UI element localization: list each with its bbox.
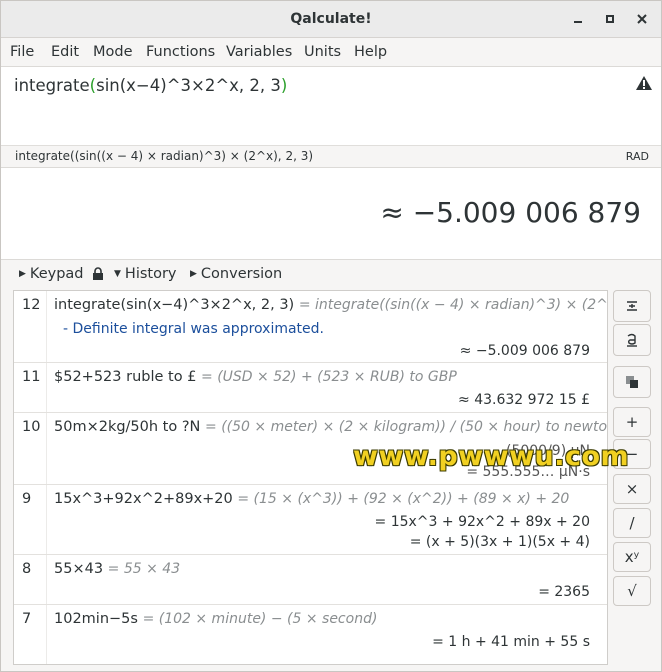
result-value: ≈ −5.009 006 879	[380, 196, 641, 229]
watermark-text: www.pwwwu.com	[353, 441, 630, 472]
history-item[interactable]: 8 55×43 = 55 × 43 = 2365	[14, 555, 607, 605]
title-bar: Qalculate!	[1, 1, 661, 38]
history-item[interactable]: 7 102min−5s = (102 × minute) − (5 × seco…	[14, 605, 607, 664]
maximize-icon	[606, 15, 614, 23]
menu-edit[interactable]: Edit	[51, 44, 79, 60]
minimize-icon	[574, 21, 582, 23]
history-result: ≈ 43.632 972 15 £	[458, 392, 590, 408]
expr-part-args: sin(x−4)^3×2^x, 2, 3	[96, 76, 281, 95]
history-index: 12	[22, 297, 41, 313]
copy-icon	[626, 376, 638, 388]
history-result: = (x + 5)(3x + 1)(5x + 4)	[409, 534, 590, 550]
minimize-button[interactable]	[567, 8, 589, 30]
menu-help[interactable]: Help	[354, 44, 387, 60]
history-note: - Definite integral was approximated.	[63, 321, 324, 337]
warning-icon[interactable]	[635, 75, 653, 95]
menu-variables[interactable]: Variables	[226, 44, 292, 60]
insert-text-icon	[627, 333, 637, 347]
history-expression: $52+523 ruble to £ = (USD × 52) + (523 ×…	[54, 369, 457, 385]
history-index: 11	[22, 369, 41, 385]
history-parsed: = integrate((sin((x − 4) × radian)^3) × …	[298, 297, 608, 313]
menu-units[interactable]: Units	[304, 44, 341, 60]
history-item[interactable]: 12 integrate(sin(x−4)^3×2^x, 2, 3) = int…	[14, 291, 607, 363]
maximize-button[interactable]	[599, 8, 621, 30]
history-sidebar: + − × / xʸ √	[613, 290, 651, 665]
history-input: $52+523 ruble to £	[54, 369, 197, 385]
expander-right-icon: ▶	[19, 269, 26, 279]
tab-keypad-label: Keypad	[29, 266, 84, 282]
history-parsed: = 55 × 43	[107, 561, 181, 577]
expr-paren-close: )	[280, 76, 288, 95]
tab-history-label: History	[124, 266, 177, 282]
expander-right-icon: ▶	[190, 269, 197, 279]
expression-input[interactable]: integrate(sin(x−4)^3×2^x, 2, 3)	[1, 67, 661, 146]
history-input: 50m×2kg/50h to ?N	[54, 419, 201, 435]
lock-icon[interactable]	[92, 267, 104, 281]
history-index: 10	[22, 419, 41, 435]
expander-down-icon: ▼	[114, 269, 121, 279]
tab-keypad[interactable]: ▶ Keypad	[19, 266, 104, 282]
copy-button[interactable]	[613, 366, 651, 398]
history-result: = 1 h + 41 min + 55 s	[432, 634, 590, 650]
parsed-expression: integrate((sin((x − 4) × radian)^3) × (2…	[15, 149, 314, 163]
expression-text: integrate(sin(x−4)^3×2^x, 2, 3)	[14, 76, 287, 95]
tab-bar: ▶ Keypad ▼ History ▶ Conversion	[1, 260, 661, 290]
history-expression: 55×43 = 55 × 43	[54, 561, 180, 577]
angle-mode[interactable]: RAD	[626, 150, 649, 163]
insert-text-button[interactable]	[613, 324, 651, 356]
menu-functions[interactable]: Functions	[146, 44, 215, 60]
expr-part-function: integrate	[14, 76, 90, 95]
tab-conversion-label: Conversion	[200, 266, 283, 282]
history-expression: 50m×2kg/50h to ?N = ((50 × meter) × (2 ×…	[54, 419, 608, 435]
tab-history[interactable]: ▼ History	[114, 266, 177, 282]
multiply-button[interactable]: ×	[613, 474, 651, 504]
history-input: 15x^3+92x^2+89x+20	[54, 491, 233, 507]
history-expression: 102min−5s = (102 × minute) − (5 × second…	[54, 611, 377, 627]
history-item[interactable]: 9 15x^3+92x^2+89x+20 = (15 × (x^3)) + (9…	[14, 485, 607, 555]
history-parsed: = (USD × 52) + (523 × RUB) to GBP	[201, 369, 457, 385]
history-index: 7	[22, 611, 32, 627]
history-input: 55×43	[54, 561, 104, 577]
result-display: ≈ −5.009 006 879	[1, 168, 661, 260]
tab-conversion[interactable]: ▶ Conversion	[190, 266, 282, 282]
add-button[interactable]: +	[613, 407, 651, 437]
history-parsed: = ((50 × meter) × (2 × kilogram)) / (50 …	[205, 419, 608, 435]
history-expression: integrate(sin(x−4)^3×2^x, 2, 3) = integr…	[54, 297, 608, 313]
history-expression: 15x^3+92x^2+89x+20 = (15 × (x^3)) + (92 …	[54, 491, 569, 507]
history-result: = 2365	[538, 584, 590, 600]
menu-mode[interactable]: Mode	[93, 44, 133, 60]
history-parsed: = (102 × minute) − (5 × second)	[142, 611, 378, 627]
insert-value-button[interactable]	[613, 290, 651, 322]
menu-bar: File Edit Mode Functions Variables Units…	[1, 38, 661, 67]
sqrt-button[interactable]: √	[613, 576, 651, 606]
menu-file[interactable]: File	[10, 44, 34, 60]
main-window: Qalculate! File Edit Mode Functions Vari…	[0, 0, 662, 672]
close-button[interactable]	[631, 8, 653, 30]
history-index: 8	[22, 561, 32, 577]
history-index: 9	[22, 491, 32, 507]
close-icon	[637, 14, 647, 24]
history-input: 102min−5s	[54, 611, 138, 627]
window-title: Qalculate!	[290, 11, 372, 27]
history-item[interactable]: 11 $52+523 ruble to £ = (USD × 52) + (52…	[14, 363, 607, 413]
status-bar: integrate((sin((x − 4) × radian)^3) × (2…	[1, 146, 661, 168]
history-result: = 15x^3 + 92x^2 + 89x + 20	[374, 514, 590, 530]
insert-value-icon	[627, 301, 637, 311]
history-input: integrate(sin(x−4)^3×2^x, 2, 3)	[54, 297, 295, 313]
history-parsed: = (15 × (x^3)) + (92 × (x^2)) + (89 × x)…	[237, 491, 570, 507]
history-list[interactable]: 12 integrate(sin(x−4)^3×2^x, 2, 3) = int…	[13, 290, 608, 665]
history-result: ≈ −5.009 006 879	[459, 343, 590, 359]
power-button[interactable]: xʸ	[613, 542, 651, 572]
divide-button[interactable]: /	[613, 508, 651, 538]
